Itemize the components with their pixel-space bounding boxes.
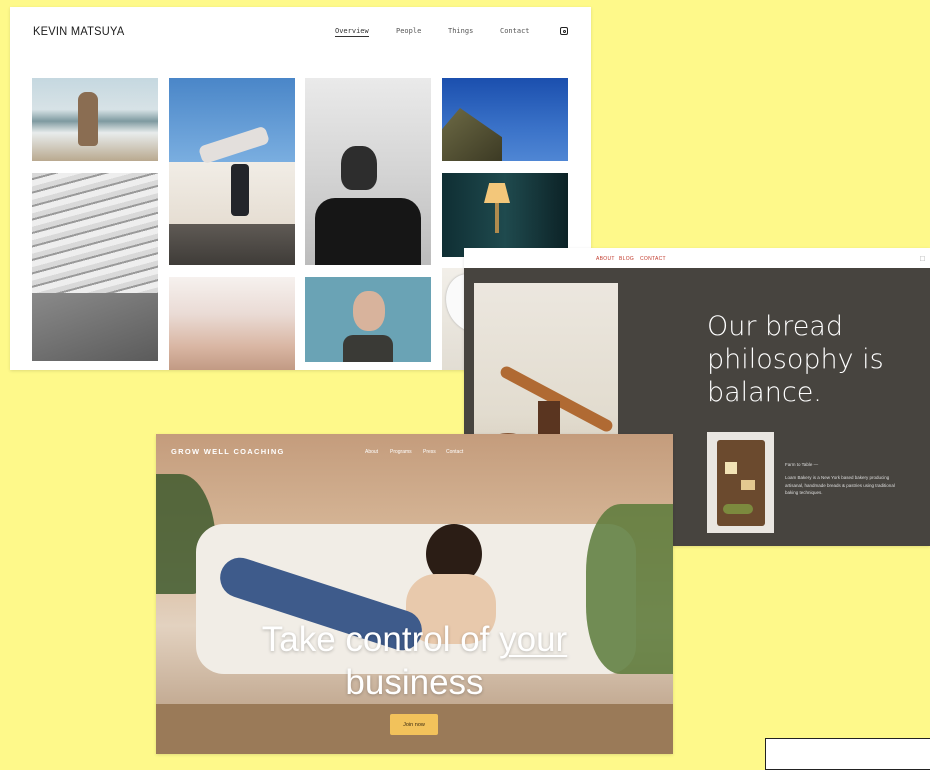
hero-heading: Take control of your business bbox=[156, 618, 673, 704]
photo-lamp-room[interactable] bbox=[442, 173, 568, 257]
bakery-description: Loam Bakery is a New York based bakery p… bbox=[785, 475, 895, 495]
nav-things[interactable]: Things bbox=[448, 27, 473, 35]
photo-cliff-sky[interactable] bbox=[442, 78, 568, 161]
bakery-nav-bar: ABOUT BLOG CONTACT □ bbox=[464, 248, 930, 268]
nav-people[interactable]: People bbox=[396, 27, 421, 35]
photo-woman-on-couch bbox=[156, 434, 673, 754]
nav-blog[interactable]: BLOG bbox=[619, 256, 634, 262]
nav-about[interactable]: About bbox=[365, 449, 378, 455]
bakery-headline: Our bread philosophy is balance. bbox=[707, 311, 884, 408]
nav-about[interactable]: ABOUT bbox=[596, 256, 615, 262]
coaching-site-screenshot: GROW WELL COACHING About Programs Press … bbox=[156, 434, 673, 754]
join-now-button[interactable]: Join now bbox=[390, 714, 438, 735]
blurb-title: Farm to Table — bbox=[785, 462, 819, 467]
photo-man-on-wall[interactable] bbox=[169, 78, 295, 265]
partial-site-card bbox=[765, 738, 930, 770]
instagram-icon[interactable] bbox=[560, 27, 568, 35]
site-logo[interactable]: KEVIN MATSUYA bbox=[33, 24, 125, 38]
photo-cutting-board[interactable] bbox=[707, 432, 774, 533]
hero-text-part1: Take control of bbox=[261, 620, 500, 659]
nav-contact[interactable]: Contact bbox=[500, 27, 530, 35]
photo-salt-terraces[interactable] bbox=[169, 277, 295, 370]
nav-contact[interactable]: CONTACT bbox=[640, 256, 666, 262]
coaching-logo[interactable]: GROW WELL COACHING bbox=[171, 447, 285, 456]
nav-overview[interactable]: Overview bbox=[335, 27, 369, 37]
photo-man-water-bottle[interactable] bbox=[305, 78, 431, 265]
photo-woman-covering-eyes[interactable] bbox=[305, 277, 431, 362]
photo-beach-swimmer[interactable] bbox=[32, 78, 158, 161]
nav-contact[interactable]: Contact bbox=[446, 449, 463, 455]
hero-text-emphasis: your bbox=[499, 620, 568, 659]
photo-bleachers[interactable] bbox=[32, 173, 158, 361]
hero-text-line2: business bbox=[345, 663, 484, 702]
nav-programs[interactable]: Programs bbox=[390, 449, 412, 455]
nav-press[interactable]: Press bbox=[423, 449, 436, 455]
cart-icon[interactable]: □ bbox=[920, 254, 925, 263]
